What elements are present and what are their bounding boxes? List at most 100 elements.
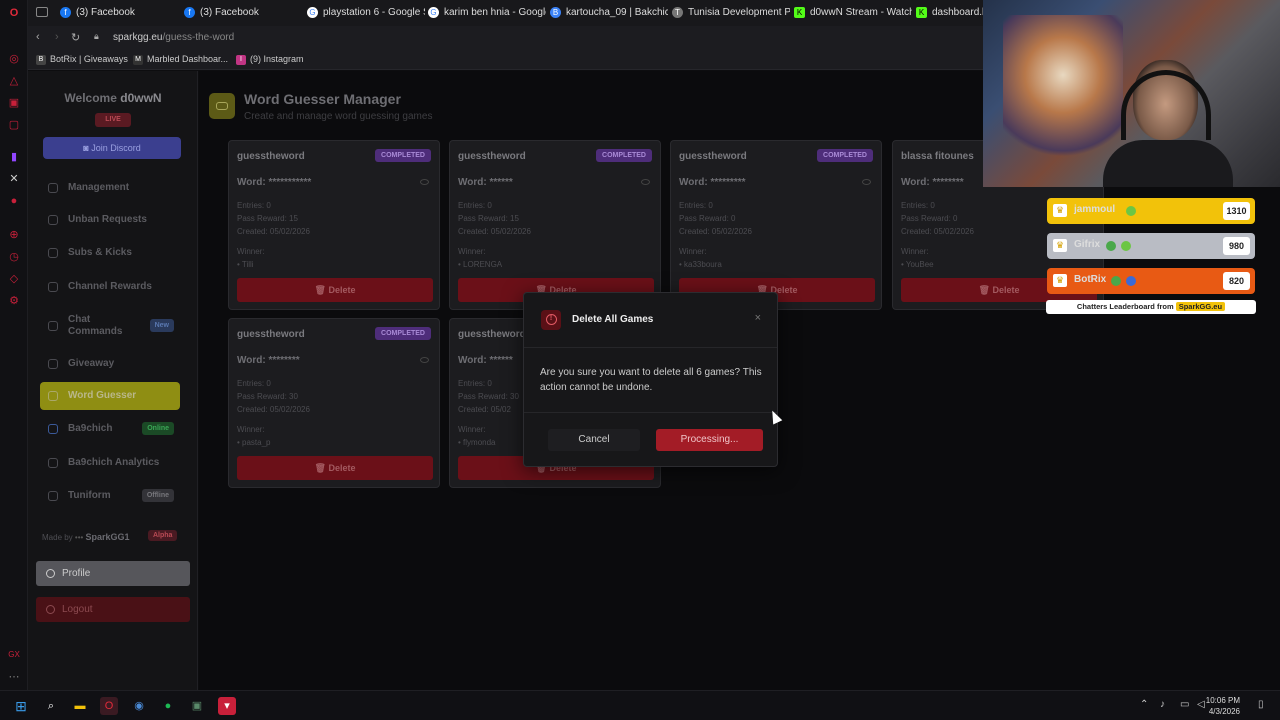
bookmark-marbled[interactable]: M Marbled Dashboar... (133, 54, 228, 65)
x-icon[interactable]: ✕ (7, 172, 21, 186)
app-icon[interactable]: ◉ (130, 697, 148, 715)
delete-label: Delete (328, 463, 356, 473)
tab[interactable]: Kd0wwN Stream - Watch (794, 4, 912, 22)
tab-label: dashboard.kic (932, 7, 984, 18)
card-word: Word: ******** (901, 177, 964, 188)
delete-button[interactable]: 🗑︎ Delete (237, 278, 433, 302)
trash-icon: 🗑︎ (314, 285, 329, 295)
add-icon[interactable]: ⊕ (7, 228, 21, 242)
tab[interactable]: f (3) Facebook (60, 4, 178, 22)
users-icon (48, 248, 58, 258)
sidebar-item-channel-rewards[interactable]: Channel Rewards (40, 273, 180, 301)
facebook-icon: f (60, 7, 71, 18)
card-entries: Entries: 0 (458, 379, 492, 388)
sidebar-item-giveaway[interactable]: Giveaway (40, 350, 180, 378)
opera-gx-icon[interactable]: O (100, 697, 118, 715)
trash-icon: 🗑︎ (978, 285, 993, 295)
card-title: guesstheword (458, 329, 526, 340)
back-icon[interactable]: ‹ (36, 31, 40, 43)
logout-button[interactable]: Logout (36, 597, 190, 622)
settings-icon[interactable]: ⚙ (7, 294, 21, 308)
history-icon[interactable]: ◷ (7, 250, 21, 264)
twitch-icon[interactable]: ▮ (7, 150, 21, 164)
gx-icon[interactable]: GX (7, 648, 21, 662)
sidebar-item-word-guesser[interactable]: Word Guesser (40, 382, 180, 410)
trophy-icon (48, 282, 58, 292)
sidebar-item-label: Chat Commands (68, 314, 123, 337)
tab[interactable]: T Tunisia Development Pol (672, 4, 790, 22)
tab[interactable]: f (3) Facebook (184, 4, 302, 22)
clock[interactable]: 10:06 PM 4/3/2026 (1206, 695, 1240, 717)
tab[interactable]: Gplaystation 6 - Google S (307, 4, 425, 22)
eye-icon[interactable] (420, 357, 429, 363)
gamepad-icon (209, 93, 235, 119)
file-explorer-icon[interactable]: ▬ (71, 697, 89, 715)
opera-logo-icon[interactable]: O (7, 6, 21, 20)
extensions-icon[interactable]: ◇ (7, 272, 21, 286)
join-discord-button[interactable]: ◙ Join Discord (43, 137, 181, 159)
reload-icon[interactable]: ↻ (71, 31, 80, 44)
sidebar-item-management[interactable]: Management (40, 174, 180, 202)
card-winner: • LORENGA (458, 260, 503, 269)
sidebar-item-subs-kicks[interactable]: Subs & Kicks (40, 239, 180, 267)
card-winner-label: Winner: (237, 425, 265, 434)
url-field[interactable]: sparkgg.eu/guess-the-word (113, 32, 234, 43)
app-icon[interactable]: ▾ (218, 697, 236, 715)
spotify-icon[interactable]: ● (159, 697, 177, 715)
sidebar-item-chat-commands[interactable]: Chat Commands New (40, 312, 180, 340)
sidebar-item-ba9chich-analytics[interactable]: Ba9chich Analytics (40, 449, 180, 477)
profile-button[interactable]: Profile (36, 561, 190, 586)
leaderboard-row: ♛ jammoul 1310 (1047, 198, 1255, 224)
volume-icon[interactable]: ◁ (1197, 699, 1205, 710)
tab-menu-icon[interactable] (36, 7, 48, 17)
cancel-button[interactable]: Cancel (548, 429, 640, 451)
bag-icon[interactable]: △ (7, 74, 21, 88)
modal-message: Are you sure you want to delete all 6 ga… (540, 367, 762, 393)
new-badge: New (149, 319, 174, 332)
status-badge: COMPLETED (596, 149, 652, 162)
messenger-icon[interactable]: ▣ (7, 96, 21, 110)
card-pass-reward: Pass Reward: 15 (458, 214, 519, 223)
tab[interactable]: Bkartoucha_09 | Bakchich (550, 4, 668, 22)
card-created: Created: 05/02/2026 (237, 227, 310, 236)
more-icon[interactable]: ⋯ (7, 670, 21, 684)
leaderboard-name: BotRix (1074, 274, 1107, 285)
sidebar-item-ba9chich[interactable]: Ba9chich Online (40, 415, 180, 443)
divider (524, 412, 777, 413)
app-icon[interactable]: ▣ (188, 697, 206, 715)
tab-label: Tunisia Development Pol (688, 7, 790, 18)
bookmark-instagram[interactable]: I (9) Instagram (236, 54, 304, 65)
card-winner: • YouBee (901, 260, 934, 269)
speed-dial-icon[interactable]: ◎ (7, 52, 21, 66)
network-icon[interactable]: ▭ (1180, 699, 1189, 710)
status-badge: COMPLETED (375, 327, 431, 340)
delete-button[interactable]: 🗑︎ Delete (237, 456, 433, 480)
eye-icon[interactable] (420, 179, 429, 185)
sidebar-item-label: Unban Requests (68, 214, 147, 225)
eye-icon[interactable] (641, 179, 650, 185)
username: d0wwN (120, 91, 162, 105)
leaderboard-footer: Chatters Leaderboard from SparkGG.eu (1046, 300, 1256, 314)
eye-icon[interactable] (862, 179, 871, 185)
forward-icon[interactable]: › (55, 31, 59, 43)
notification-icon[interactable]: ▯ (1258, 699, 1264, 710)
sidebar-item-unban-requests[interactable]: Unban Requests (40, 206, 180, 234)
music-icon[interactable]: ● (7, 194, 21, 208)
sidebar-item-tuniform[interactable]: Tuniform Offline (40, 482, 180, 510)
card-title: guesstheword (237, 329, 305, 340)
close-icon[interactable]: × (755, 312, 761, 324)
tray-chevron-icon[interactable]: ⌃ (1140, 699, 1148, 710)
windows-start-icon[interactable]: ⊞ (12, 697, 30, 715)
badge-icon (1106, 241, 1116, 251)
search-icon[interactable]: ⌕ (42, 697, 60, 715)
welcome-text: Welcome d0wwN (28, 91, 198, 105)
discord-label: Join Discord (91, 143, 141, 153)
confirm-delete-button[interactable]: Processing... (656, 429, 763, 451)
bookmark-botrix[interactable]: B BotRix | Giveaways (36, 54, 128, 65)
tab[interactable]: Kdashboard.kic (916, 4, 984, 22)
tab[interactable]: Gkarim ben hnia - Google (428, 4, 546, 22)
card-created: Created: 05/02/2026 (458, 227, 531, 236)
badge-icon (1126, 276, 1136, 286)
microphone-icon[interactable]: ♪ (1160, 699, 1165, 710)
instagram-icon[interactable]: ▢ (7, 118, 21, 132)
